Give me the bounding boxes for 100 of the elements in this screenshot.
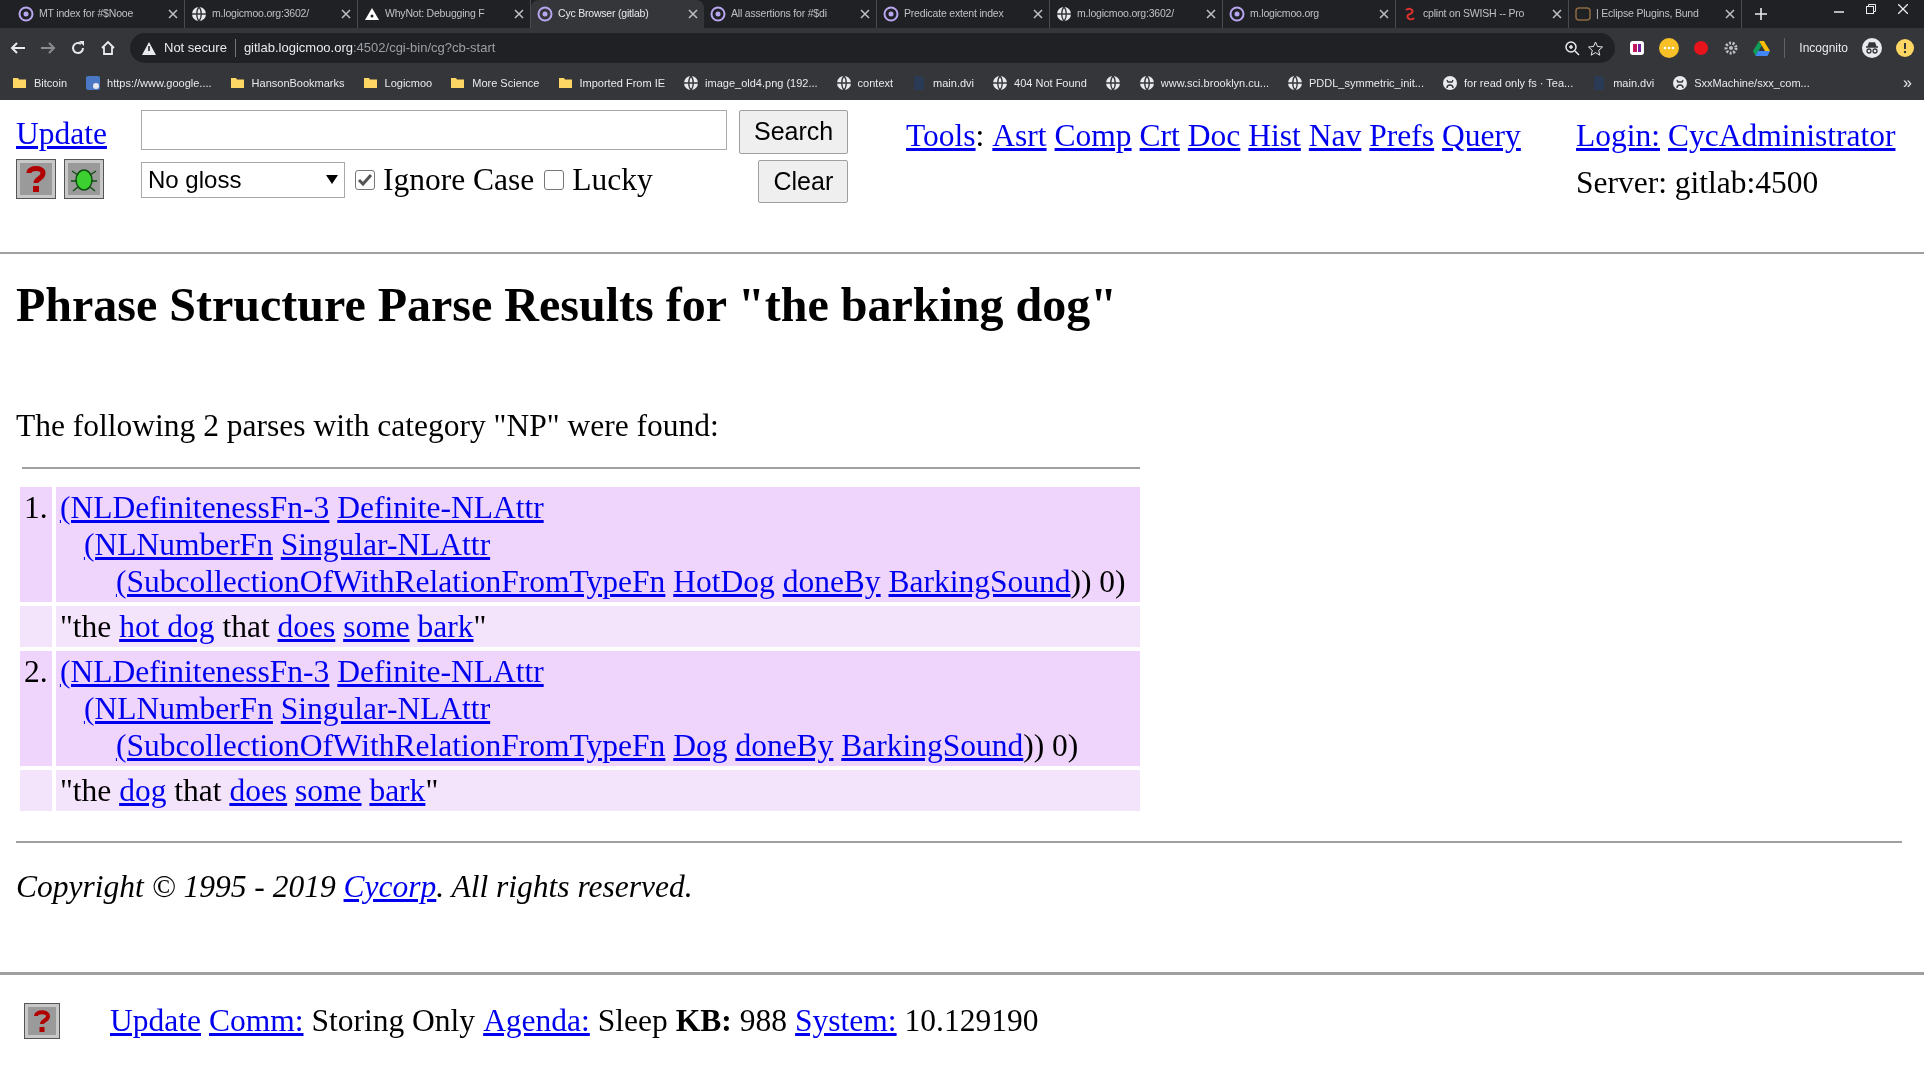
alert-icon[interactable]: [1896, 39, 1914, 57]
tool-link[interactable]: Hist: [1248, 112, 1301, 160]
term-link[interactable]: HotDog: [673, 563, 775, 599]
close-icon[interactable]: [688, 9, 698, 19]
close-icon[interactable]: [1206, 9, 1216, 19]
login-link[interactable]: Login:: [1576, 112, 1660, 160]
term-link[interactable]: (SubcollectionOfWithRelationFromTypeFn: [115, 727, 666, 763]
help-icon[interactable]: [24, 1002, 60, 1039]
term-link[interactable]: (SubcollectionOfWithRelationFromTypeFn: [115, 563, 666, 599]
close-icon[interactable]: [514, 9, 524, 19]
footer-link[interactable]: Agenda:: [483, 997, 590, 1045]
gloss-link[interactable]: hot dog: [119, 608, 215, 644]
gloss-link[interactable]: does: [277, 608, 336, 644]
term-link[interactable]: Singular-NLAttr: [280, 526, 491, 562]
term-link[interactable]: Definite-NLAttr: [337, 653, 544, 689]
tool-link[interactable]: Asrt: [992, 112, 1047, 160]
tools-link[interactable]: Tools: [906, 112, 976, 160]
cycorp-link[interactable]: Cycorp: [343, 868, 437, 904]
checkbox[interactable]: [544, 169, 565, 190]
bookmark[interactable]: for read only fs · Tea...: [1441, 74, 1574, 92]
bookmark[interactable]: image_old4.png (192...: [683, 74, 818, 92]
chat-extension-icon[interactable]: [1659, 38, 1680, 58]
term-link[interactable]: BarkingSound: [841, 727, 1024, 763]
term-link[interactable]: Dog: [673, 727, 728, 763]
close-icon[interactable]: [1033, 9, 1043, 19]
tool-link[interactable]: Comp: [1054, 112, 1132, 160]
bookmark[interactable]: Bitcoin: [12, 74, 68, 92]
help-icon[interactable]: [16, 159, 56, 200]
term-link[interactable]: (NLNumberFn: [83, 690, 273, 726]
term-link[interactable]: doneBy: [735, 727, 834, 763]
gloss-link[interactable]: bark: [369, 772, 426, 808]
browser-tab[interactable]: All assertions for #$di: [704, 0, 877, 28]
tool-link[interactable]: Query: [1442, 112, 1521, 160]
browser-tab[interactable]: m.logicmoo.org:3602/: [1050, 0, 1223, 28]
user-link[interactable]: CycAdministrator: [1668, 112, 1896, 160]
browser-tab[interactable]: MT index for #$Nooe: [12, 0, 185, 28]
update-link[interactable]: Update: [16, 110, 141, 158]
term-link[interactable]: BarkingSound: [888, 563, 1071, 599]
browser-tab[interactable]: m.logicmoo.org:3602/: [185, 0, 358, 28]
record-extension-icon[interactable]: [1693, 40, 1710, 56]
search-button[interactable]: Search: [739, 110, 849, 154]
term-link[interactable]: (NLDefinitenessFn-3: [59, 653, 330, 689]
tool-link[interactable]: Nav: [1308, 112, 1362, 160]
checkbox[interactable]: [355, 169, 375, 190]
bookmark[interactable]: main.dvi: [911, 74, 975, 92]
zoom-icon[interactable]: [1565, 40, 1581, 56]
tool-link[interactable]: Crt: [1139, 112, 1180, 160]
term-link[interactable]: Definite-NLAttr: [337, 489, 544, 525]
term-link[interactable]: doneBy: [782, 563, 881, 599]
search-field[interactable]: [141, 110, 727, 150]
gloss-select[interactable]: No gloss: [141, 161, 345, 198]
restore-icon[interactable]: [1866, 4, 1876, 14]
browser-tab[interactable]: | Eclipse Plugins, Bund: [1569, 0, 1742, 28]
clear-button[interactable]: Clear: [758, 159, 849, 203]
bookmark[interactable]: https://www.google....: [85, 74, 212, 92]
gloss-link[interactable]: dog: [119, 772, 167, 808]
bookmark[interactable]: 404 Not Found: [992, 74, 1087, 92]
bookmark[interactable]: context: [835, 74, 894, 92]
more-bookmarks-button[interactable]: »: [1903, 71, 1912, 95]
term-link[interactable]: Singular-NLAttr: [280, 690, 491, 726]
bug-icon[interactable]: [64, 159, 104, 200]
gloss-link[interactable]: bark: [417, 608, 474, 644]
browser-tab[interactable]: Predicate extent index: [877, 0, 1050, 28]
bookmark[interactable]: PDDL_symmetric_init...: [1287, 74, 1424, 92]
bookmark[interactable]: Logicmoo: [362, 74, 433, 92]
close-icon[interactable]: [1552, 9, 1562, 19]
browser-tab[interactable]: Cyc Browser (gitlab): [531, 0, 704, 28]
footer-link[interactable]: Update: [110, 997, 201, 1045]
close-icon[interactable]: [341, 9, 351, 19]
browser-tab[interactable]: cplint on SWISH -- Pro: [1396, 0, 1569, 28]
term-link[interactable]: (NLDefinitenessFn-3: [59, 489, 330, 525]
forward-icon[interactable]: [40, 40, 56, 56]
bookmark[interactable]: Imported From IE: [557, 74, 666, 92]
browser-tab[interactable]: m.logicmoo.org: [1223, 0, 1396, 28]
bookmark[interactable]: More Science: [450, 74, 540, 92]
tool-link[interactable]: Prefs: [1369, 112, 1435, 160]
term-link[interactable]: (NLNumberFn: [83, 526, 273, 562]
gloss-link[interactable]: some: [295, 772, 362, 808]
close-icon[interactable]: [1725, 9, 1735, 19]
address-bar[interactable]: Not secure gitlab.logicmoo.org:4502/cgi-bin/cg?cb-start: [130, 33, 1616, 63]
bookmark[interactable]: HansonBookmarks: [229, 74, 345, 92]
close-icon[interactable]: [860, 9, 870, 19]
incognito-icon[interactable]: [1862, 38, 1882, 58]
bookmark[interactable]: www.sci.brooklyn.cu...: [1138, 74, 1270, 92]
footer-link[interactable]: Comm:: [208, 997, 304, 1045]
close-icon[interactable]: [1379, 9, 1389, 19]
star-icon[interactable]: [1588, 40, 1604, 56]
new-tab-icon[interactable]: [1754, 7, 1768, 21]
close-icon[interactable]: [168, 9, 178, 19]
bookmark[interactable]: SxxMachine/sxx_com...: [1672, 74, 1810, 92]
back-icon[interactable]: [10, 40, 26, 56]
gear-icon[interactable]: [1723, 40, 1740, 56]
tool-link[interactable]: Doc: [1187, 112, 1241, 160]
gloss-link[interactable]: some: [343, 608, 410, 644]
bookmark[interactable]: main.dvi: [1591, 74, 1655, 92]
footer-link[interactable]: System:: [795, 997, 897, 1045]
book-extension-icon[interactable]: [1629, 40, 1646, 56]
globe-icon[interactable]: [1104, 75, 1121, 91]
drive-icon[interactable]: [1753, 40, 1771, 56]
gloss-link[interactable]: does: [229, 772, 288, 808]
